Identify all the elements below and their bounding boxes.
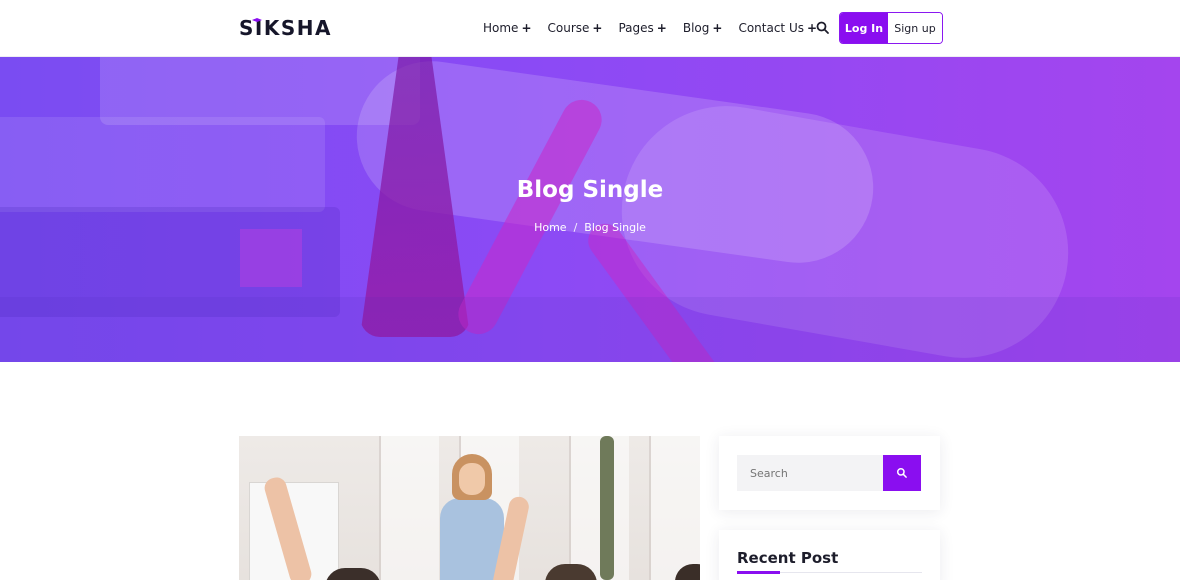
nav-pages-label: Pages [618,21,654,35]
main-nav: Home + Course + Pages + Blog + Contact U… [483,19,817,37]
image-bg-window [649,436,700,580]
image-bg-window [569,436,629,580]
image-teacher-body [440,498,504,580]
search-icon[interactable] [815,20,831,36]
nav-blog-label: Blog [682,21,710,35]
nav-contact-label: Contact Us [738,21,804,35]
plus-icon: + [521,21,532,35]
breadcrumb-separator: / [573,221,578,234]
graduation-cap-icon [252,18,262,22]
hero-bg-shape [0,297,1180,362]
nav-home-label: Home [483,21,519,35]
page-title: Blog Single [516,177,664,203]
sidebar-search-input[interactable] [737,455,883,491]
search-icon [896,467,907,478]
breadcrumb: Home / Blog Single [0,221,1180,234]
nav-pages[interactable]: Pages + [618,19,666,37]
site-header: SIKSHA Home + Course + Pages + Blog + Co… [0,0,1180,57]
nav-home[interactable]: Home + [483,19,532,37]
breadcrumb-current: Blog Single [584,221,646,234]
image-bg-window [379,436,439,580]
recent-post-title: Recent Post [737,549,839,567]
plus-icon: + [712,21,723,35]
nav-course[interactable]: Course + [548,19,603,37]
blog-featured-image [239,436,700,580]
nav-blog[interactable]: Blog + [683,19,723,37]
hero-bg-shape [240,229,302,287]
image-plant [600,436,614,580]
auth-buttons: Log In Sign up [839,12,943,44]
login-button[interactable]: Log In [840,13,888,43]
sidebar-search-button[interactable] [883,455,921,491]
breadcrumb-home[interactable]: Home [534,221,566,234]
sidebar-recent-widget: Recent Post [719,530,940,580]
plus-icon: + [592,21,603,35]
image-teacher-face [459,463,485,495]
plus-icon: + [656,21,667,35]
widget-divider-accent [737,571,780,574]
hero-banner: Blog Single Home / Blog Single [0,57,1180,362]
sidebar-search-widget [719,436,940,510]
signup-button[interactable]: Sign up [888,13,942,43]
nav-contact[interactable]: Contact Us + [738,19,817,37]
site-logo[interactable]: SIKSHA [239,15,332,41]
nav-course-label: Course [547,21,590,35]
